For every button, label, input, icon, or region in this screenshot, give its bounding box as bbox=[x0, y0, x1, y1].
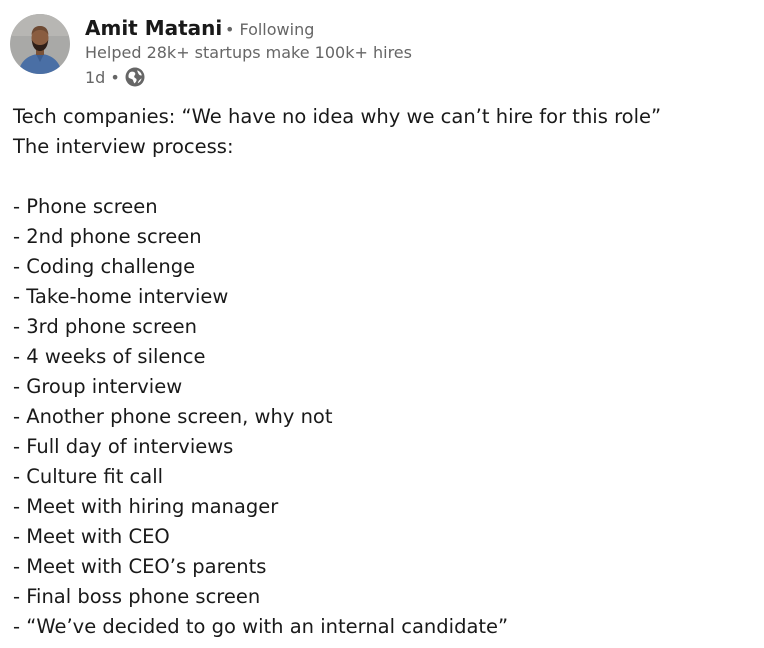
post-subtitle: The interview process: bbox=[13, 135, 234, 158]
author-avatar[interactable] bbox=[10, 14, 70, 74]
profile-photo-icon bbox=[10, 14, 70, 74]
separator-dot: • bbox=[110, 67, 120, 87]
author-headline: Helped 28k+ startups make 100k+ hires bbox=[85, 43, 412, 62]
list-item: - Group interview bbox=[13, 375, 183, 398]
list-item: - Meet with CEO bbox=[13, 525, 170, 548]
follow-status[interactable]: • Following bbox=[225, 20, 314, 40]
list-item: - 3rd phone screen bbox=[13, 315, 197, 338]
list-item: - Meet with hiring manager bbox=[13, 495, 279, 518]
follow-status-label: Following bbox=[239, 20, 315, 39]
list-item: - Phone screen bbox=[13, 195, 158, 218]
list-item: - Full day of interviews bbox=[13, 435, 234, 458]
list-item: - 4 weeks of silence bbox=[13, 345, 206, 368]
globe-icon bbox=[125, 67, 145, 87]
list-item: - 2nd phone screen bbox=[13, 225, 202, 248]
separator-dot: • bbox=[225, 20, 235, 39]
list-item: - Coding challenge bbox=[13, 255, 196, 278]
list-item: - “We’ve decided to go with an internal … bbox=[13, 615, 509, 638]
list-item: - Take-home interview bbox=[13, 285, 229, 308]
linkedin-post: Amit Matani • Following Helped 28k+ start… bbox=[0, 0, 764, 648]
post-meta: 1d • bbox=[85, 67, 145, 87]
list-item: - Culture fit call bbox=[13, 465, 164, 488]
list-item: - Meet with CEO’s parents bbox=[13, 555, 267, 578]
post-timestamp[interactable]: 1d bbox=[85, 68, 105, 87]
post-intro: Tech companies: “We have no idea why we … bbox=[13, 105, 662, 128]
post-text: Tech companies: “We have no idea why we … bbox=[13, 102, 753, 642]
list-item: - Another phone screen, why not bbox=[13, 405, 333, 428]
author-name[interactable]: Amit Matani bbox=[85, 15, 222, 41]
list-item: - Final boss phone screen bbox=[13, 585, 261, 608]
